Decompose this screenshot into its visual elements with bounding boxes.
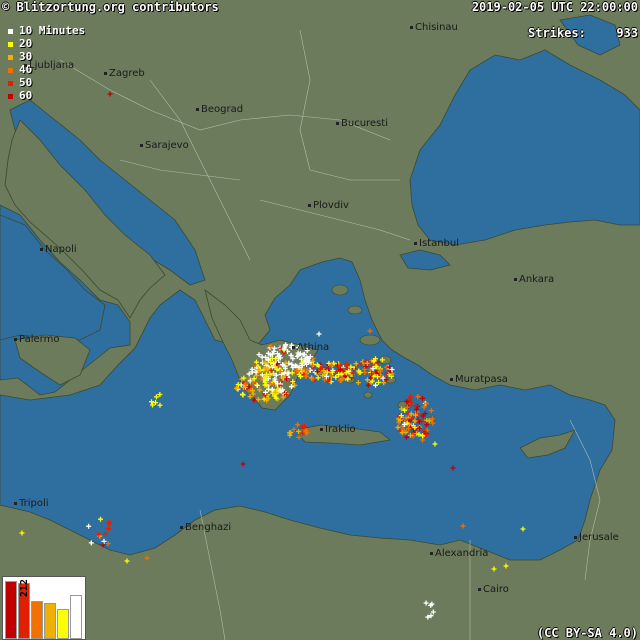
- histogram-bar: [44, 603, 56, 639]
- legend-label: 50: [19, 76, 33, 89]
- city-label: Alexandria: [430, 548, 488, 559]
- histogram-max-label: 212: [19, 578, 30, 597]
- city-name: Palermo: [19, 334, 60, 345]
- legend-item: 50: [8, 76, 32, 89]
- city-label: Beograd: [196, 104, 243, 115]
- city-dot: [410, 25, 413, 29]
- city-label: Bucuresti: [336, 118, 388, 129]
- city-name: Chisinau: [415, 22, 458, 33]
- city-dot: [14, 337, 17, 341]
- legend-swatch: [8, 80, 13, 86]
- legend-swatch: [8, 28, 13, 34]
- city-dot: [196, 107, 199, 111]
- legend-label: 60: [19, 89, 33, 102]
- histogram-bar: [31, 601, 43, 639]
- city-name: Benghazi: [185, 522, 232, 533]
- legend-item: 20: [8, 37, 32, 50]
- city-name: Iraklio: [325, 424, 356, 435]
- city-label: Cairo: [478, 584, 509, 595]
- city-name: Sarajevo: [145, 140, 189, 151]
- histogram-bar: [5, 581, 17, 639]
- city-dot: [574, 535, 577, 539]
- city-label: Athina: [292, 342, 329, 353]
- city-name: Beograd: [201, 104, 244, 115]
- city-label: Ankara: [514, 274, 554, 285]
- city-dot: [40, 247, 43, 251]
- city-name: Ljubljana: [29, 60, 75, 71]
- city-name: Alexandria: [435, 548, 489, 559]
- city-label: Zagreb: [104, 68, 145, 79]
- city-dot: [180, 525, 183, 529]
- city-name: Cairo: [483, 584, 509, 595]
- city-label: Ljubljana: [24, 60, 74, 71]
- city-label: Benghazi: [180, 522, 231, 533]
- city-dot: [450, 377, 453, 381]
- legend-item: 60: [8, 89, 32, 102]
- city-dot: [140, 143, 143, 147]
- city-name: Napoli: [45, 244, 77, 255]
- city-label: Tripoli: [14, 498, 49, 509]
- legend-swatch: [8, 93, 13, 99]
- city-name: Athina: [297, 342, 330, 353]
- city-dot: [320, 427, 323, 431]
- legend-swatch: [8, 54, 13, 60]
- city-dot: [336, 121, 339, 125]
- strikes-count: 933: [616, 26, 638, 40]
- city-label: Sarajevo: [140, 140, 189, 151]
- city-dot: [514, 277, 517, 281]
- city-name: Istanbul: [419, 238, 460, 249]
- strike-histogram: 212: [2, 576, 86, 640]
- map-canvas[interactable]: [0, 0, 640, 640]
- city-name: Tripoli: [19, 498, 49, 509]
- legend-item: 10 Minutes: [8, 24, 85, 37]
- city-label: Palermo: [14, 334, 59, 345]
- city-dot: [478, 587, 481, 591]
- copyright-text: © Blitzortung.org contributors: [2, 0, 219, 14]
- city-name: Ankara: [519, 274, 555, 285]
- city-name: Jerusale: [579, 532, 619, 543]
- histogram-bar: [57, 609, 69, 639]
- timestamp-text: 2019-02-05 UTC 22:00:00: [471, 0, 638, 14]
- city-name: Bucuresti: [341, 118, 388, 129]
- city-label: Muratpasa: [450, 374, 508, 385]
- license-text[interactable]: (CC BY-SA 4.0): [537, 626, 638, 640]
- city-dot: [292, 345, 295, 349]
- city-dot: [104, 71, 107, 75]
- histogram-bar: [70, 595, 82, 639]
- strikes-label: Strikes:: [528, 26, 586, 40]
- city-dot: [24, 63, 27, 67]
- city-label: Plovdiv: [308, 200, 349, 211]
- city-name: Zagreb: [109, 68, 145, 79]
- city-name: Plovdiv: [313, 200, 349, 211]
- city-label: Iraklio: [320, 424, 356, 435]
- legend-swatch: [8, 67, 13, 73]
- city-label: Napoli: [40, 244, 77, 255]
- city-dot: [430, 551, 433, 555]
- city-label: Istanbul: [414, 238, 459, 249]
- city-name: Muratpasa: [455, 374, 508, 385]
- legend-label: 10 Minutes: [19, 24, 86, 37]
- city-dot: [308, 203, 311, 207]
- legend-swatch: [8, 41, 13, 47]
- city-dot: [14, 501, 17, 505]
- city-label: Chisinau: [410, 22, 458, 33]
- city-dot: [414, 241, 417, 245]
- legend-label: 20: [19, 37, 33, 50]
- city-label: Jerusale: [574, 532, 619, 543]
